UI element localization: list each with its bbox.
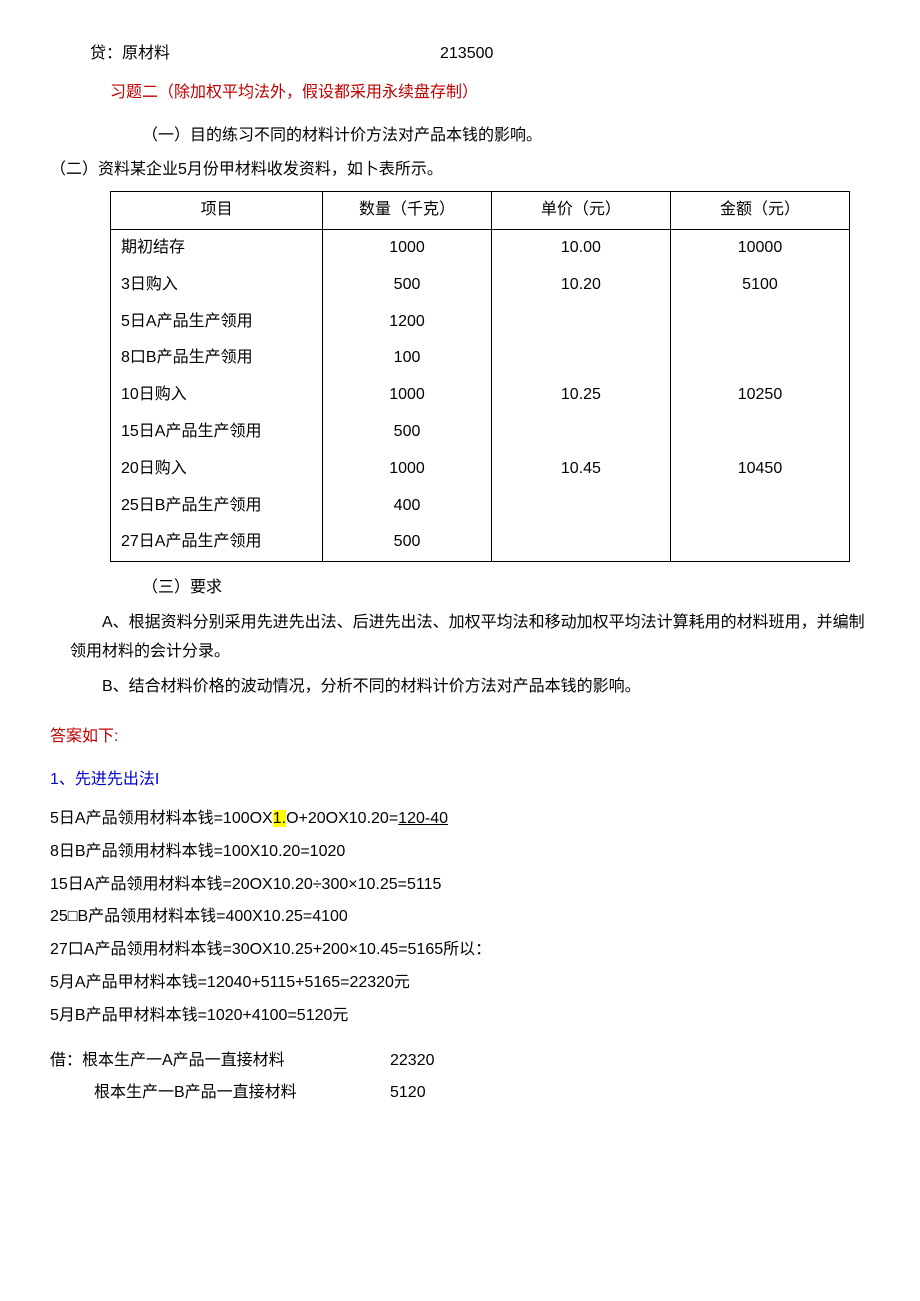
cell-amount	[670, 304, 849, 341]
cell-item: 15日A产品生产领用	[111, 414, 323, 451]
purpose-text: （一）目的练习不同的材料计价方法对产品本钱的影响。	[50, 122, 870, 151]
method-1-heading: 1、先进先出法I	[50, 766, 870, 795]
cell-qty: 1000	[323, 377, 492, 414]
table-row: 期初结存 1000 10.00 10000	[111, 229, 850, 266]
underline-text: 120-40	[398, 810, 448, 827]
credit-amount: 213500	[440, 40, 493, 69]
table-row: 10日购入 1000 10.25 10250	[111, 377, 850, 414]
table-header-row: 项目 数量（千克） 单价（元） 金额（元）	[111, 192, 850, 230]
cell-price	[491, 340, 670, 377]
cell-qty: 1200	[323, 304, 492, 341]
col-qty: 数量（千克）	[323, 192, 492, 230]
table-row: 3日购入 500 10.20 5100	[111, 267, 850, 304]
cell-qty: 100	[323, 340, 492, 377]
data-intro-text: （二）资料某企业5月份甲材料收发资料，如卜表所示。	[50, 156, 870, 185]
calc-line-5: 27口A产品领用材料本钱=30OX10.25+200×10.45=5165所以：	[50, 936, 870, 965]
cell-qty: 500	[323, 524, 492, 561]
table-row: 20日购入 1000 10.45 10450	[111, 451, 850, 488]
cell-qty: 400	[323, 488, 492, 525]
cell-item: 10日购入	[111, 377, 323, 414]
cell-amount: 10000	[670, 229, 849, 266]
cell-item: 期初结存	[111, 229, 323, 266]
cell-price: 10.45	[491, 451, 670, 488]
requirement-heading: （三）要求	[50, 574, 870, 603]
calc-line-6: 5月A产品甲材料本钱=12040+5115+5165=22320元	[50, 969, 870, 998]
table-row: 15日A产品生产领用 500	[111, 414, 850, 451]
calc-line-1: 5日A产品领用材料本钱=100OX1.O+20OX10.20=120-40	[50, 805, 870, 834]
col-item: 项目	[111, 192, 323, 230]
cell-item: 25日B产品生产领用	[111, 488, 323, 525]
exercise-2-title: 习题二（除加权平均法外，假设都采用永续盘存制）	[50, 79, 870, 108]
calc-line-3: 15日A产品领用材料本钱=20OX10.20÷300×10.25=5115	[50, 871, 870, 900]
calc-line-4: 25□B产品领用材料本钱=400X10.25=4100	[50, 903, 870, 932]
calc-text: O+20OX10.20=	[286, 810, 398, 827]
cell-qty: 1000	[323, 451, 492, 488]
answer-heading: 答案如下:	[50, 723, 870, 752]
table-row: 5日A产品生产领用 1200	[111, 304, 850, 341]
credit-label: 贷：原材料	[90, 40, 440, 69]
cell-price: 10.00	[491, 229, 670, 266]
cell-item: 20日购入	[111, 451, 323, 488]
journal-entry-row-2: 根本生产一B产品一直接材料 5120	[50, 1079, 870, 1108]
je-amount: 5120	[390, 1079, 490, 1108]
cell-amount: 5100	[670, 267, 849, 304]
cell-price	[491, 414, 670, 451]
cell-price	[491, 524, 670, 561]
calc-line-7: 5月B产品甲材料本钱=1020+4100=5120元	[50, 1002, 870, 1031]
cell-amount: 10250	[670, 377, 849, 414]
je-label: 根本生产一B产品一直接材料	[94, 1079, 390, 1108]
table-row: 8口B产品生产领用 100	[111, 340, 850, 377]
cell-amount	[670, 414, 849, 451]
requirement-b: B、结合材料价格的波动情况，分析不同的材料计价方法对产品本钱的影响。	[50, 673, 870, 702]
calc-text: 5日A产品领用材料本钱=100OX	[50, 810, 273, 827]
material-table: 项目 数量（千克） 单价（元） 金额（元） 期初结存 1000 10.00 10…	[110, 191, 850, 562]
cell-price: 10.20	[491, 267, 670, 304]
table-row: 27日A产品生产领用 500	[111, 524, 850, 561]
calc-line-2: 8日B产品领用材料本钱=100X10.20=1020	[50, 838, 870, 867]
cell-item: 27日A产品生产领用	[111, 524, 323, 561]
cell-amount	[670, 340, 849, 377]
requirement-a: A、根据资料分别采用先进先出法、后进先出法、加权平均法和移动加权平均法计算耗用的…	[50, 609, 870, 667]
je-label: 借：根本生产一A产品一直接材料	[50, 1047, 390, 1076]
cell-amount: 10450	[670, 451, 849, 488]
col-amount: 金额（元）	[670, 192, 849, 230]
credit-entry-row: 贷：原材料 213500	[50, 40, 870, 69]
cell-amount	[670, 488, 849, 525]
cell-qty: 1000	[323, 229, 492, 266]
cell-item: 5日A产品生产领用	[111, 304, 323, 341]
cell-qty: 500	[323, 414, 492, 451]
col-price: 单价（元）	[491, 192, 670, 230]
cell-qty: 500	[323, 267, 492, 304]
cell-amount	[670, 524, 849, 561]
journal-entry-row-1: 借：根本生产一A产品一直接材料 22320	[50, 1047, 870, 1076]
cell-price: 10.25	[491, 377, 670, 414]
table-row: 25日B产品生产领用 400	[111, 488, 850, 525]
cell-price	[491, 304, 670, 341]
je-amount: 22320	[390, 1047, 490, 1076]
cell-item: 3日购入	[111, 267, 323, 304]
cell-item: 8口B产品生产领用	[111, 340, 323, 377]
cell-price	[491, 488, 670, 525]
highlight-text: 1.	[273, 810, 286, 827]
